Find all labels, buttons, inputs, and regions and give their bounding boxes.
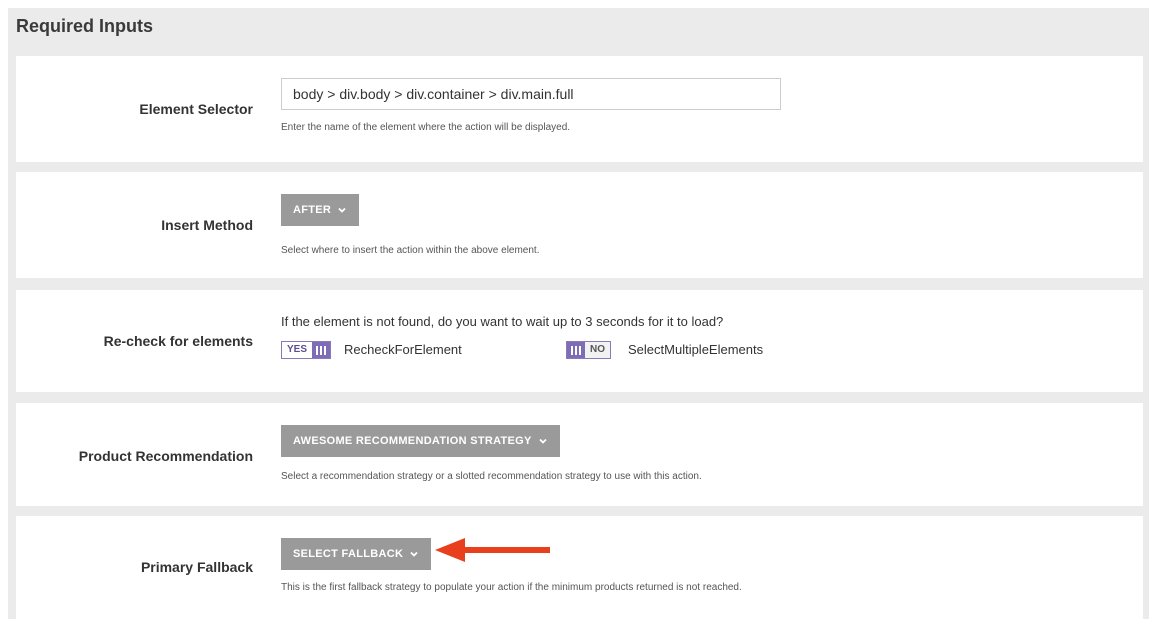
chevron-down-icon bbox=[410, 551, 418, 557]
element-selector-card: Element Selector Enter the name of the e… bbox=[16, 56, 1143, 162]
primary-fallback-label: Primary Fallback bbox=[140, 559, 253, 575]
panel-title: Required Inputs bbox=[16, 16, 154, 36]
select-multiple-toggle[interactable]: NO bbox=[566, 341, 611, 359]
recommendation-strategy-value: AWESOME RECOMMENDATION STRATEGY bbox=[293, 435, 532, 447]
element-selector-help: Enter the name of the element where the … bbox=[281, 122, 571, 133]
recheck-toggle-label: RecheckForElement bbox=[344, 342, 462, 357]
grip-icon bbox=[567, 342, 585, 358]
toggle-no-text: NO bbox=[585, 342, 610, 358]
recheck-label: Re-check for elements bbox=[103, 333, 253, 349]
select-fallback-dropdown[interactable]: SELECT FALLBACK bbox=[281, 538, 432, 570]
product-recommendation-label: Product Recommendation bbox=[78, 448, 253, 464]
grip-icon bbox=[312, 342, 331, 358]
required-inputs-panel: Required Inputs Element Selector Enter t… bbox=[8, 8, 1149, 619]
insert-method-help: Select where to insert the action within… bbox=[281, 245, 540, 256]
select-multiple-toggle-label: SelectMultipleElements bbox=[628, 342, 764, 357]
select-fallback-value: SELECT FALLBACK bbox=[293, 548, 404, 560]
toggle-yes-text: YES bbox=[282, 342, 313, 358]
insert-method-value: AFTER bbox=[293, 204, 332, 216]
arrow-left-icon bbox=[435, 538, 550, 562]
product-recommendation-help: Select a recommendation strategy or a sl… bbox=[281, 471, 702, 482]
recheck-toggle[interactable]: YES bbox=[281, 341, 332, 359]
primary-fallback-help: This is the first fallback strategy to p… bbox=[281, 582, 742, 593]
chevron-down-icon bbox=[539, 438, 547, 444]
recheck-card: Re-check for elements If the element is … bbox=[16, 290, 1143, 392]
insert-method-card: Insert Method AFTER Select where to inse… bbox=[16, 172, 1143, 278]
insert-method-label: Insert Method bbox=[161, 217, 253, 233]
product-recommendation-card: Product Recommendation AWESOME RECOMMEND… bbox=[16, 403, 1143, 506]
insert-method-dropdown[interactable]: AFTER bbox=[281, 194, 360, 226]
element-selector-input[interactable] bbox=[281, 78, 781, 110]
element-selector-label: Element Selector bbox=[139, 101, 253, 117]
recommendation-strategy-dropdown[interactable]: AWESOME RECOMMENDATION STRATEGY bbox=[281, 425, 560, 457]
recheck-question: If the element is not found, do you want… bbox=[281, 314, 724, 329]
chevron-down-icon bbox=[338, 207, 346, 213]
primary-fallback-card: Primary Fallback SELECT FALLBACK This is… bbox=[16, 516, 1143, 619]
